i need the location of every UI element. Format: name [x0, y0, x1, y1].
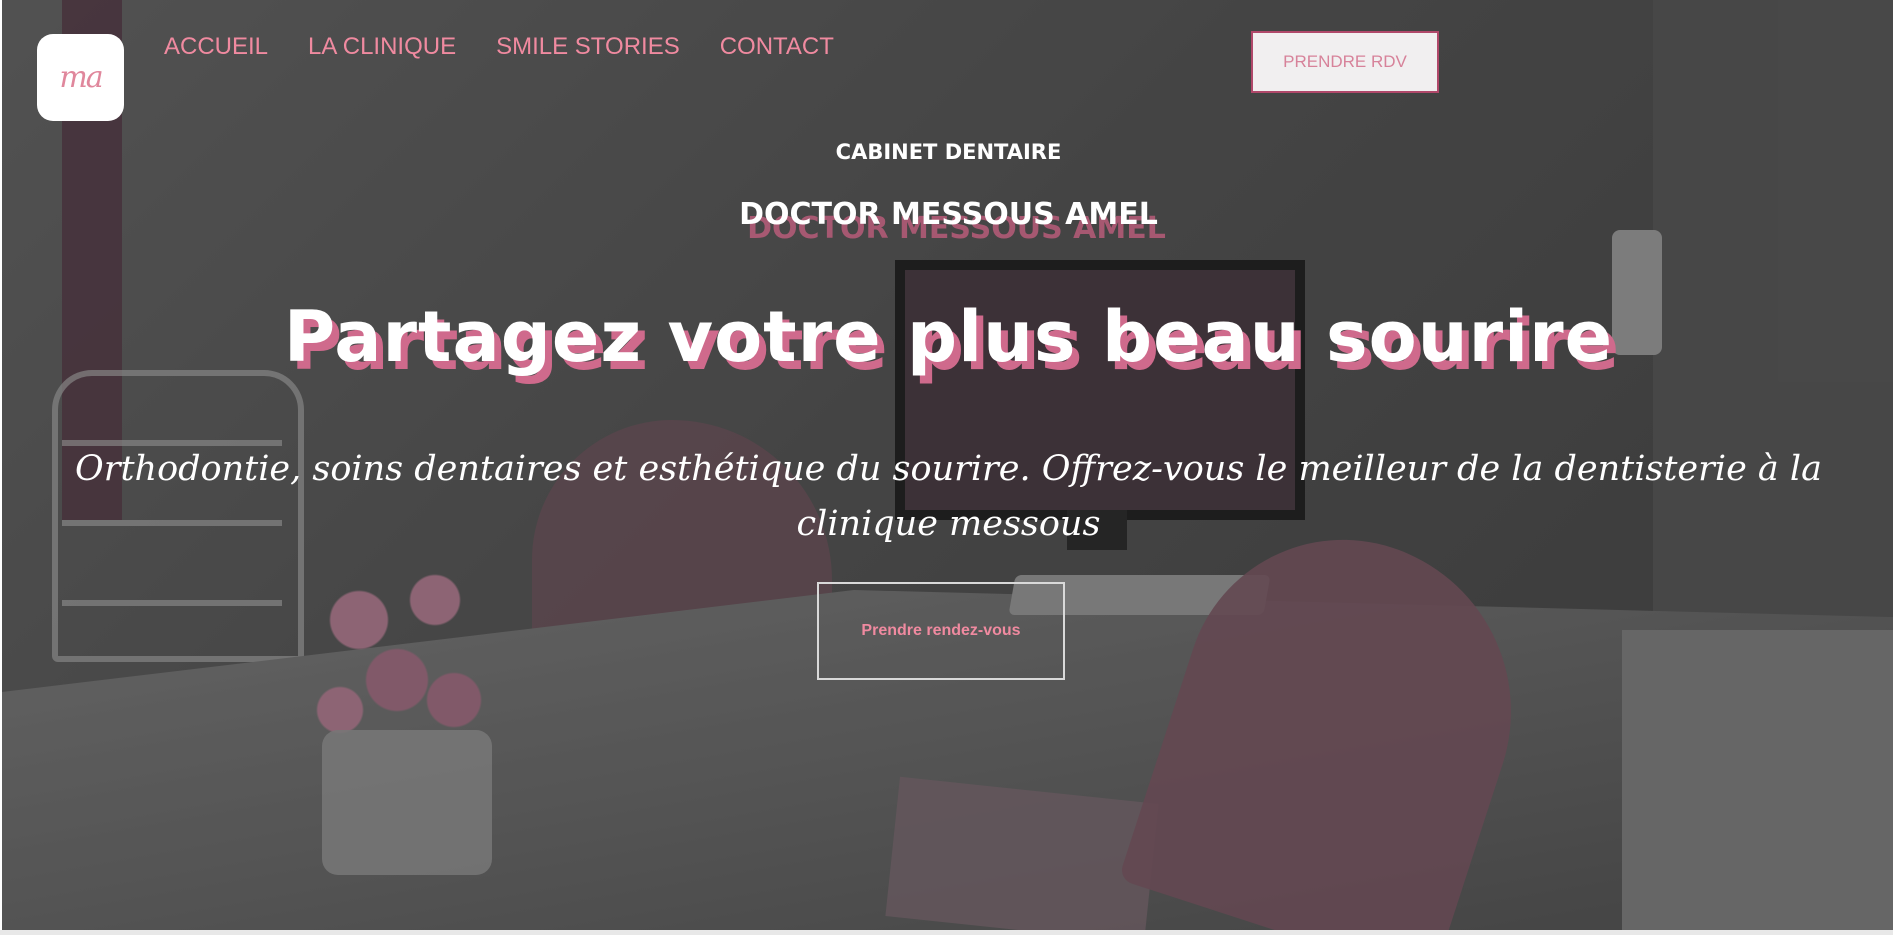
logo[interactable]: ma	[37, 34, 124, 121]
nav-link-accueil[interactable]: ACCUEIL	[164, 33, 268, 61]
page-bottom-border	[0, 930, 1893, 935]
nav-link-smile-stories[interactable]: SMILE STORIES	[496, 33, 680, 61]
nav-link-contact[interactable]: CONTACT	[720, 33, 834, 61]
main-nav: ACCUEIL LA CLINIQUE SMILE STORIES CONTAC…	[164, 33, 834, 61]
logo-mark: ma	[59, 60, 103, 95]
nav-link-la-clinique[interactable]: LA CLINIQUE	[308, 33, 456, 61]
hero-subtitle: Orthodontie, soins dentaires et esthétiq…	[75, 449, 1822, 544]
hero-headline: Partagez votre plus beau sourire	[283, 296, 1614, 378]
prendre-rendez-vous-button[interactable]: Prendre rendez-vous	[817, 582, 1065, 680]
hero-kicker: CABINET DENTAIRE	[835, 140, 1062, 164]
doctor-name: DOCTOR MESSOUS AMEL	[739, 197, 1158, 232]
hero-section: ma ACCUEIL LA CLINIQUE SMILE STORIES CON…	[2, 0, 1893, 930]
prendre-rdv-button[interactable]: PRENDRE RDV	[1251, 31, 1439, 93]
